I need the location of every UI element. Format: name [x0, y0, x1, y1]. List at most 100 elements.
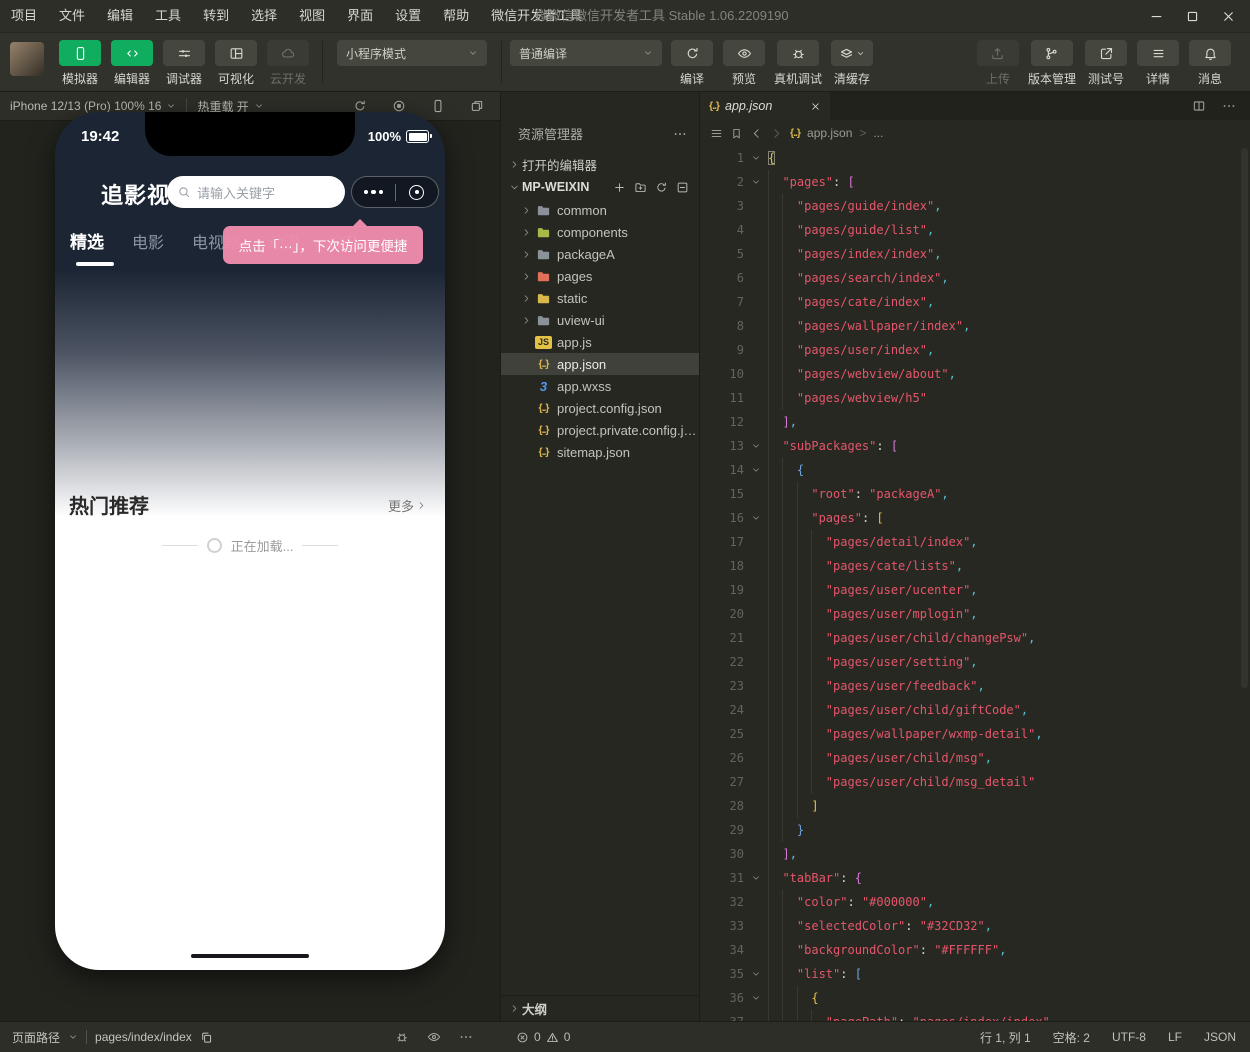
collapse-icon[interactable] — [676, 181, 689, 194]
explorer-item-pages[interactable]: pages — [501, 265, 699, 287]
fold-chevron-icon[interactable] — [749, 986, 763, 1010]
fold-chevron-icon[interactable] — [749, 170, 763, 194]
page-path-label[interactable]: 页面路径 — [12, 1029, 60, 1046]
menu-item-tools[interactable]: 工具 — [144, 8, 192, 23]
plus-icon[interactable] — [613, 181, 626, 194]
code-line-25[interactable]: 25 "pages/wallpaper/wxmp-detail", — [700, 722, 1250, 746]
simulator-button[interactable]: 模拟器 — [58, 40, 102, 87]
code-line-31[interactable]: 31 "tabBar": { — [700, 866, 1250, 890]
close-icon[interactable] — [810, 101, 821, 112]
menu-item-settings[interactable]: 设置 — [384, 8, 432, 23]
maximize-button[interactable] — [1174, 0, 1210, 32]
code-area[interactable]: 1{2 "pages": [3 "pages/guide/index",4 "p… — [700, 146, 1250, 1021]
code-line-34[interactable]: 34 "backgroundColor": "#FFFFFF", — [700, 938, 1250, 962]
explorer-item-app.json[interactable]: {..}app.json — [501, 353, 699, 375]
fold-chevron-icon[interactable] — [749, 434, 763, 458]
code-line-24[interactable]: 24 "pages/user/child/giftCode", — [700, 698, 1250, 722]
explorer-item-packageA[interactable]: packageA — [501, 243, 699, 265]
refresh-icon[interactable] — [655, 181, 668, 194]
editor-button[interactable]: 编辑器 — [110, 40, 154, 87]
preview-button[interactable]: 预览 — [722, 40, 766, 87]
menu-item-goto[interactable]: 转到 — [192, 8, 240, 23]
menu-item-interface[interactable]: 界面 — [336, 8, 384, 23]
breadcrumb-more[interactable]: ... — [873, 126, 883, 140]
statusbar-item-3[interactable]: UTF-8 — [1112, 1030, 1146, 1044]
problems-indicator[interactable]: 0 0 — [516, 1022, 570, 1052]
fold-chevron-icon[interactable] — [749, 458, 763, 482]
code-line-18[interactable]: 18 "pages/cate/lists", — [700, 554, 1250, 578]
code-line-33[interactable]: 33 "selectedColor": "#32CD32", — [700, 914, 1250, 938]
fold-chevron-icon[interactable] — [749, 146, 763, 170]
bookmark-icon[interactable] — [730, 127, 743, 140]
capsule-more-button[interactable] — [352, 190, 395, 195]
code-line-15[interactable]: 15 "root": "packageA", — [700, 482, 1250, 506]
code-line-11[interactable]: 11 "pages/webview/h5" — [700, 386, 1250, 410]
capsule-close-button[interactable] — [396, 185, 439, 200]
breadcrumb-file[interactable]: app.json — [807, 126, 852, 140]
explorer-item-app.wxss[interactable]: 3app.wxss — [501, 375, 699, 397]
explorer-item-components[interactable]: components — [501, 221, 699, 243]
fold-chevron-icon[interactable] — [749, 962, 763, 986]
code-line-16[interactable]: 16 "pages": [ — [700, 506, 1250, 530]
visualization-button[interactable]: 可视化 — [214, 40, 258, 87]
code-line-8[interactable]: 8 "pages/wallpaper/index", — [700, 314, 1250, 338]
menu-item-project[interactable]: 项目 — [0, 8, 48, 23]
split-editor-icon[interactable] — [1192, 99, 1206, 113]
close-button[interactable] — [1210, 0, 1246, 32]
more-icon[interactable] — [1222, 99, 1236, 113]
statusbar-item-5[interactable]: JSON — [1204, 1030, 1236, 1044]
eye-icon[interactable] — [427, 1030, 441, 1044]
phone-tab-2[interactable]: 电影 — [132, 229, 164, 253]
explorer-item-sitemap.json[interactable]: {..}sitemap.json — [501, 441, 699, 463]
cloud-button[interactable]: 云开发 — [266, 40, 310, 87]
code-line-3[interactable]: 3 "pages/guide/index", — [700, 194, 1250, 218]
code-line-35[interactable]: 35 "list": [ — [700, 962, 1250, 986]
device-debug-button[interactable]: 真机调试 — [774, 40, 822, 87]
fold-chevron-icon[interactable] — [749, 866, 763, 890]
tab-app-json[interactable]: {..} app.json — [700, 92, 830, 120]
outline-section[interactable]: 大纲 — [501, 995, 699, 1021]
code-line-20[interactable]: 20 "pages/user/mplogin", — [700, 602, 1250, 626]
version-button[interactable]: 版本管理 — [1028, 40, 1076, 87]
code-line-29[interactable]: 29 } — [700, 818, 1250, 842]
record-icon[interactable] — [392, 99, 406, 113]
code-line-4[interactable]: 4 "pages/guide/list", — [700, 218, 1250, 242]
code-line-21[interactable]: 21 "pages/user/child/changePsw", — [700, 626, 1250, 650]
explorer-item-common[interactable]: common — [501, 199, 699, 221]
bug-icon[interactable] — [395, 1030, 409, 1044]
rotate-icon[interactable] — [353, 99, 367, 113]
code-line-7[interactable]: 7 "pages/cate/index", — [700, 290, 1250, 314]
upload-button[interactable]: 上传 — [976, 40, 1020, 87]
menu-item-edit[interactable]: 编辑 — [96, 8, 144, 23]
explorer-item-project.private.config.js...[interactable]: {..}project.private.config.js... — [501, 419, 699, 441]
arrow-left-icon[interactable] — [750, 127, 763, 140]
code-line-19[interactable]: 19 "pages/user/ucenter", — [700, 578, 1250, 602]
compile-mode-dropdown[interactable]: 普通编译 — [510, 40, 662, 66]
code-line-22[interactable]: 22 "pages/user/setting", — [700, 650, 1250, 674]
phone-tab-1[interactable]: 精选 — [70, 228, 104, 253]
statusbar-item-1[interactable]: 行 1, 列 1 — [980, 1029, 1031, 1046]
code-line-14[interactable]: 14 { — [700, 458, 1250, 482]
editor-scrollbar[interactable] — [1241, 148, 1248, 688]
minimize-button[interactable] — [1138, 0, 1174, 32]
code-line-37[interactable]: 37 "pagePath": "pages/index/index", — [700, 1010, 1250, 1021]
clear-cache-button[interactable]: 清缓存 — [830, 40, 874, 87]
debugger-button[interactable]: 调试器 — [162, 40, 206, 87]
code-line-17[interactable]: 17 "pages/detail/index", — [700, 530, 1250, 554]
more-icon[interactable] — [673, 127, 687, 141]
project-root-row[interactable]: MP-WEIXIN — [501, 175, 699, 199]
menu-item-file[interactable]: 文件 — [48, 8, 96, 23]
code-line-30[interactable]: 30 ], — [700, 842, 1250, 866]
more-icon[interactable] — [459, 1030, 473, 1044]
menu-item-help[interactable]: 帮助 — [432, 8, 480, 23]
code-line-28[interactable]: 28 ] — [700, 794, 1250, 818]
search-input[interactable]: 请输入关键字 — [167, 176, 345, 208]
code-line-12[interactable]: 12 ], — [700, 410, 1250, 434]
copy-icon[interactable] — [200, 1031, 213, 1044]
code-line-5[interactable]: 5 "pages/index/index", — [700, 242, 1250, 266]
code-line-2[interactable]: 2 "pages": [ — [700, 170, 1250, 194]
explorer-item-static[interactable]: static — [501, 287, 699, 309]
code-line-10[interactable]: 10 "pages/webview/about", — [700, 362, 1250, 386]
outline-list-icon[interactable] — [710, 127, 723, 140]
statusbar-item-2[interactable]: 空格: 2 — [1053, 1029, 1090, 1046]
